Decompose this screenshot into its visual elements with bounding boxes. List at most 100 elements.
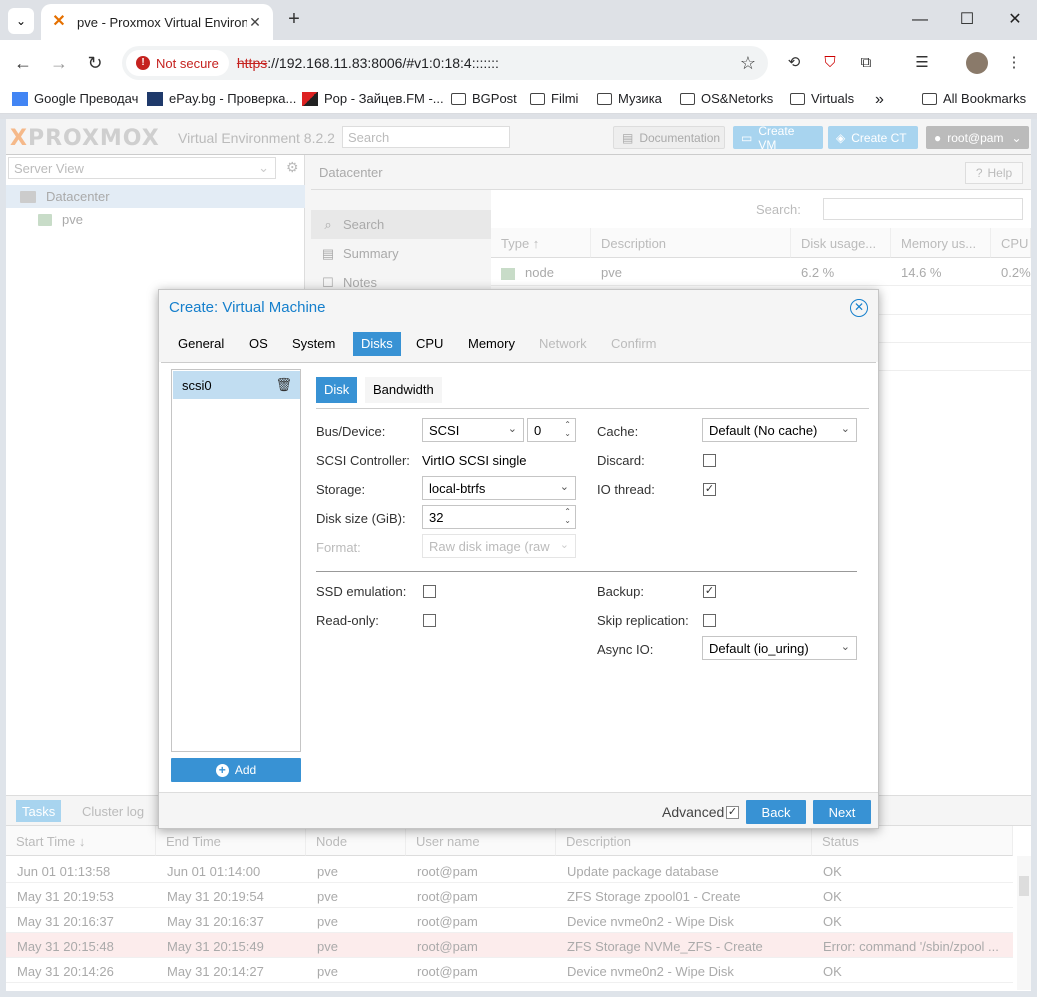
cell-description[interactable]: pve [591,258,791,286]
reading-list-icon[interactable]: ☰ [911,52,933,74]
extension-sync-icon[interactable]: ⟲ [783,52,805,74]
task-scrollbar[interactable] [1017,856,1031,990]
server-view-select[interactable]: Server View ⌄ [8,157,276,179]
extensions-puzzle-icon[interactable]: ⧉ [855,52,877,74]
cache-select[interactable]: Default (No cache) ⌄ [702,418,857,442]
io-thread-checkbox[interactable]: ✓ [703,483,716,496]
bookmark-folder[interactable]: Музика [597,91,662,106]
col-user-name[interactable]: User name [406,826,556,856]
col-description[interactable]: Description [556,826,812,856]
bus-select[interactable]: SCSI ⌄ [422,418,524,442]
new-tab-button[interactable]: + [282,8,306,32]
maximize-icon[interactable]: ☐ [955,8,979,32]
reload-icon[interactable]: ↻ [83,51,107,75]
backup-checkbox[interactable]: ✓ [703,585,716,598]
more-bookmarks-button[interactable]: » [875,91,884,109]
trash-icon[interactable]: 🗑 [275,377,292,393]
not-secure-chip[interactable]: ! Not secure [126,50,229,76]
col-description[interactable]: Description [591,228,791,258]
spinner-arrows-icon[interactable]: ⌃ ⌄ [564,420,571,438]
pve-search-input[interactable]: Search [342,126,510,148]
all-bookmarks-folder[interactable]: All Bookmarks [922,91,1026,106]
minimize-icon[interactable]: — [908,8,932,32]
bookmark-item[interactable]: Google Преводач [12,91,138,106]
cell-cpu[interactable]: 0.2% [991,258,1031,286]
user-menu-button[interactable]: ● root@pam ⌄ [926,126,1029,149]
profile-avatar[interactable] [966,52,988,74]
gear-icon[interactable]: ⚙ [286,159,299,176]
window-close-icon[interactable]: ✕ [1003,8,1027,32]
address-bar[interactable]: ! Not secure https://192.168.11.83:8006/… [122,46,768,80]
ublock-shield-icon[interactable]: ⛉ [819,52,841,74]
device-index-spinner[interactable]: 0 ⌃ ⌄ [527,418,576,442]
subtab-bandwidth[interactable]: Bandwidth [365,377,442,403]
col-memory-usage[interactable]: Memory us... [891,228,991,258]
cell-memory[interactable]: 14.6 % [891,258,991,286]
table-row[interactable]: May 31 20:16:37 May 31 20:16:37 pve root… [6,908,1013,933]
subtab-disk[interactable]: Disk [316,377,358,403]
bookmark-folder[interactable]: OS&Netorks [680,91,773,106]
tab-cluster-log[interactable]: Cluster log [76,800,150,822]
forward-arrow-icon[interactable]: → [47,51,71,75]
tab-cpu[interactable]: CPU [408,332,451,356]
tab-memory[interactable]: Memory [460,332,523,356]
tab-search-button[interactable]: ⌄ [8,8,34,34]
tab-close-icon[interactable]: ✕ [247,14,263,31]
subnav-search[interactable]: ⌕ Search [311,210,491,239]
tab-os[interactable]: OS [241,332,276,356]
col-disk-usage[interactable]: Disk usage... [791,228,891,258]
col-status[interactable]: Status [812,826,1013,856]
storage-select[interactable]: local-btrfs ⌄ [422,476,576,500]
tab-general[interactable]: General [170,332,232,356]
create-vm-button[interactable]: ▭ Create VM [733,124,823,152]
back-button[interactable]: Back [746,800,806,824]
tab-tasks[interactable]: Tasks [16,800,62,822]
table-row[interactable]: May 31 20:14:26 May 31 20:14:27 pve root… [6,958,1013,983]
discard-checkbox[interactable] [703,454,716,467]
format-select[interactable]: Raw disk image (raw ⌄ [422,534,576,558]
url-text[interactable]: https://192.168.11.83:8006/#v1:0:18:4:::… [237,55,499,71]
disk-item-scsi0[interactable]: scsi0 🗑 [173,371,300,399]
cell-type[interactable]: node [491,258,591,286]
bookmark-item[interactable]: ePay.bg - Проверка... [147,91,296,106]
col-end-time[interactable]: End Time [156,826,306,856]
tree-item-pve[interactable]: pve [6,208,305,231]
disk-size-spinner[interactable]: 32 ⌃ ⌄ [422,505,576,529]
tab-confirm[interactable]: Confirm [603,332,665,356]
help-button[interactable]: ? Help [965,162,1023,184]
table-row-error[interactable]: May 31 20:15:48 May 31 20:15:49 pve root… [6,933,1013,958]
col-cpu[interactable]: CPU [991,228,1031,258]
col-type[interactable]: Type ↑ [491,228,591,258]
advanced-checkbox[interactable]: ✓ [726,806,739,819]
table-row[interactable]: May 31 20:19:53 May 31 20:19:54 pve root… [6,883,1013,908]
col-node[interactable]: Node [306,826,406,856]
skip-replication-checkbox[interactable] [703,614,716,627]
dialog-close-icon[interactable]: ✕ [850,299,868,317]
bookmark-folder[interactable]: Filmi [530,91,578,106]
ssd-emulation-checkbox[interactable] [423,585,436,598]
bookmark-star-icon[interactable]: ☆ [740,53,756,74]
table-row[interactable]: Jun 01 01:13:58 Jun 01 01:14:00 pve root… [6,858,1013,883]
next-button[interactable]: Next [813,800,871,824]
tab-disks[interactable]: Disks [353,332,401,356]
subnav-summary[interactable]: ▤ Summary [311,239,491,268]
read-only-checkbox[interactable] [423,614,436,627]
bookmark-item[interactable]: Pop - Зайцев.FM -... [302,91,444,106]
bookmark-folder[interactable]: BGPost [451,91,517,106]
tab-system[interactable]: System [284,332,343,356]
grid-search-input[interactable] [823,198,1023,220]
scrollbar-thumb[interactable] [1019,876,1029,896]
bookmark-folder[interactable]: Virtuals [790,91,854,106]
cell-disk[interactable]: 6.2 % [791,258,891,286]
back-arrow-icon[interactable]: ← [11,51,35,75]
kebab-menu-icon[interactable]: ⋮ [1003,52,1025,74]
create-ct-button[interactable]: ◈ Create CT [828,126,918,149]
browser-tab[interactable]: ✕ pve - Proxmox Virtual Environme ✕ [41,4,273,40]
async-io-select[interactable]: Default (io_uring) ⌄ [702,636,857,660]
tab-network[interactable]: Network [531,332,595,356]
documentation-button[interactable]: ▤ Documentation [613,126,725,149]
tree-item-datacenter[interactable]: Datacenter [6,185,305,208]
col-start-time[interactable]: Start Time ↓ [6,826,156,856]
spinner-arrows-icon[interactable]: ⌃ ⌄ [564,507,571,525]
add-disk-button[interactable]: + Add [171,758,301,782]
